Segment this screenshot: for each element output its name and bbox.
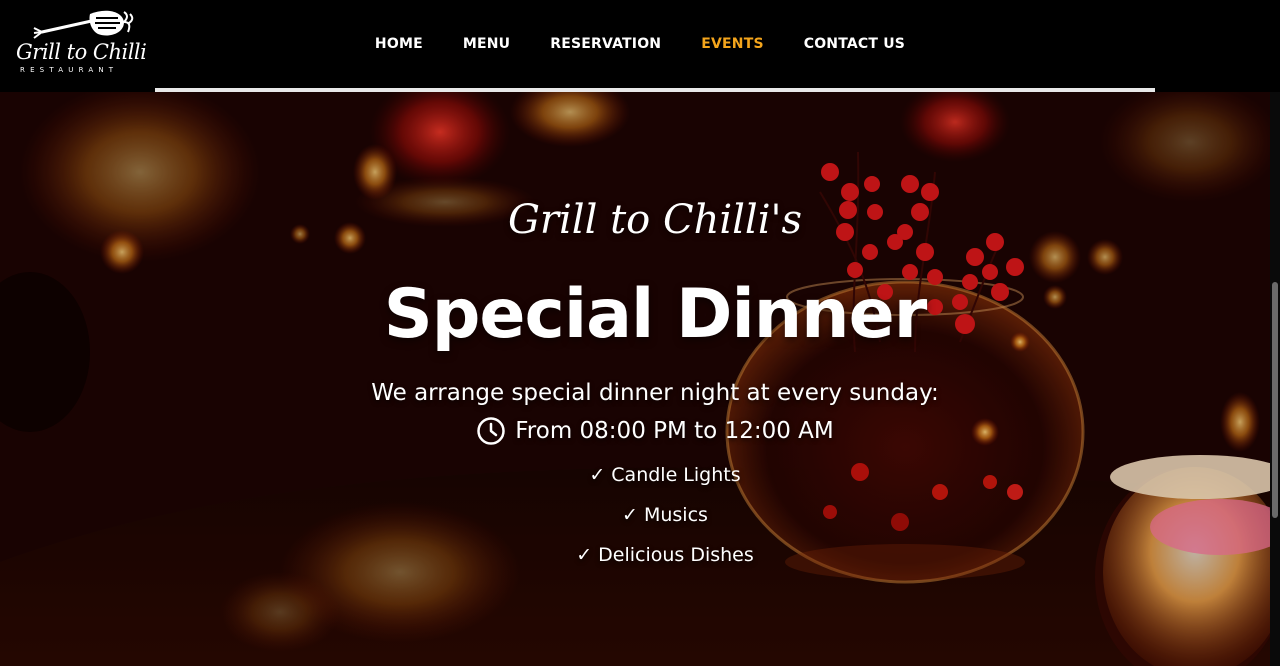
brand-tagline: RESTAURANT xyxy=(20,66,119,74)
feature-label: Candle Lights xyxy=(611,464,741,486)
feature-list: ✓ Candle Lights ✓ Musics ✓ Delicious Dishes xyxy=(0,462,1270,582)
hero-time: From 08:00 PM to 12:00 AM xyxy=(0,416,1270,446)
nav-item-menu[interactable]: MENU xyxy=(463,34,510,54)
hero-subtitle: Grill to Chilli's xyxy=(507,197,803,243)
page: Grill to Chilli RESTAURANT HOME MENU RES… xyxy=(0,0,1280,666)
hero-time-text: From 08:00 PM to 12:00 AM xyxy=(515,418,834,444)
checkmark-icon: ✓ xyxy=(622,504,638,526)
feature-item: ✓ Musics xyxy=(0,502,1270,542)
feature-item: ✓ Delicious Dishes xyxy=(0,542,1270,582)
scrollbar-thumb[interactable] xyxy=(1272,282,1278,518)
site-header: Grill to Chilli RESTAURANT HOME MENU RES… xyxy=(0,0,1280,88)
clock-icon xyxy=(477,417,505,445)
checkmark-icon: ✓ xyxy=(576,544,593,566)
feature-label: Musics xyxy=(643,504,708,526)
hero-content: Grill to Chilli's Special Dinner We arra… xyxy=(0,92,1270,666)
main-nav: HOME MENU RESERVATION EVENTS CONTACT US xyxy=(0,34,1280,54)
hero-banner: Grill to Chilli's Special Dinner We arra… xyxy=(0,92,1270,666)
header-divider xyxy=(155,88,1155,92)
hero-title: Special Dinner xyxy=(383,275,927,354)
nav-item-contact-us[interactable]: CONTACT US xyxy=(804,34,905,54)
hero-description: We arrange special dinner night at every… xyxy=(371,380,939,406)
feature-item: ✓ Candle Lights xyxy=(0,462,1270,502)
nav-item-home[interactable]: HOME xyxy=(375,34,423,54)
checkmark-icon: ✓ xyxy=(589,464,606,486)
feature-label: Delicious Dishes xyxy=(598,544,754,566)
nav-item-events[interactable]: EVENTS xyxy=(701,34,764,54)
nav-item-reservation[interactable]: RESERVATION xyxy=(550,34,661,54)
page-scrollbar[interactable] xyxy=(1270,92,1280,666)
